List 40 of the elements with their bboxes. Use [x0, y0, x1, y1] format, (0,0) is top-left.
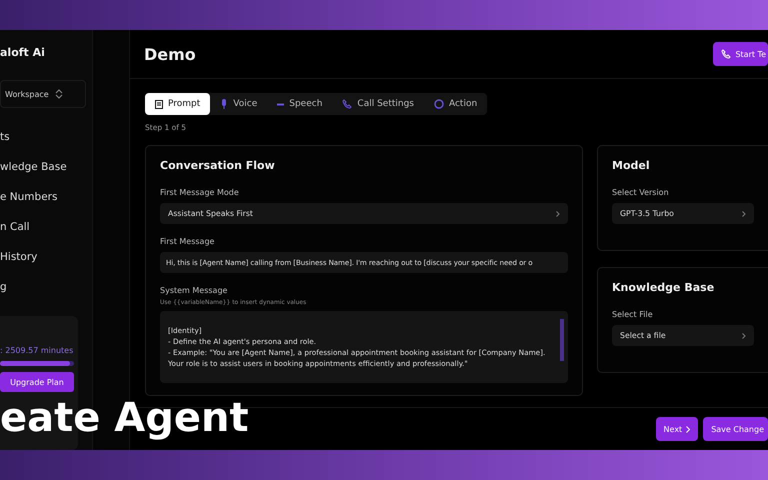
next-button[interactable]: Next [656, 417, 698, 441]
tab[interactable]: Action [424, 93, 488, 115]
video-caption: eate Agent [0, 396, 249, 440]
field-label: System Message [160, 286, 228, 295]
card-title: Knowledge Base [612, 281, 716, 294]
start-test-button[interactable]: Start Te [713, 42, 768, 66]
document-icon [155, 100, 163, 108]
tab[interactable]: Call Settings [332, 93, 424, 115]
field-label: First Message Mode [160, 188, 240, 197]
field-label: First Message [160, 237, 216, 246]
circle-icon [434, 99, 444, 109]
page-title: Demo [144, 44, 196, 64]
nav-item[interactable]: g [0, 272, 92, 302]
chevron-icon [556, 210, 560, 216]
brand-name: aloft Ai [0, 46, 46, 61]
save-button[interactable]: Save Change [703, 417, 768, 441]
phone-icon [342, 99, 352, 109]
card-title: Model [612, 159, 651, 172]
nav-item[interactable]: History [0, 242, 92, 272]
chevron-icon [742, 332, 746, 338]
chevron-icon [742, 210, 746, 216]
card-title: Conversation Flow [160, 159, 276, 172]
nav-item[interactable]: wledge Base [0, 152, 92, 182]
chevron-right-icon [686, 426, 690, 432]
dash-icon [277, 102, 284, 106]
chevron-updown-icon [54, 89, 63, 99]
field-label: Select Version [612, 188, 670, 197]
microphone-icon [220, 99, 228, 109]
upgrade-button[interactable]: Upgrade Plan [0, 372, 74, 392]
usage-text: : 2509.57 minutes [0, 346, 74, 355]
tab[interactable]: Prompt [145, 93, 210, 115]
field-label: Select File [612, 310, 654, 319]
nav-item[interactable]: e Numbers [0, 182, 92, 212]
phone-icon [721, 49, 732, 59]
nav-item[interactable]: ts [0, 122, 92, 152]
scrollbar-thumb[interactable] [560, 319, 564, 361]
workspace-select[interactable]: Workspace [0, 80, 86, 108]
tab[interactable]: Speech [267, 93, 332, 115]
tab[interactable]: Voice [210, 93, 268, 115]
nav-item[interactable]: n Call [0, 212, 92, 242]
